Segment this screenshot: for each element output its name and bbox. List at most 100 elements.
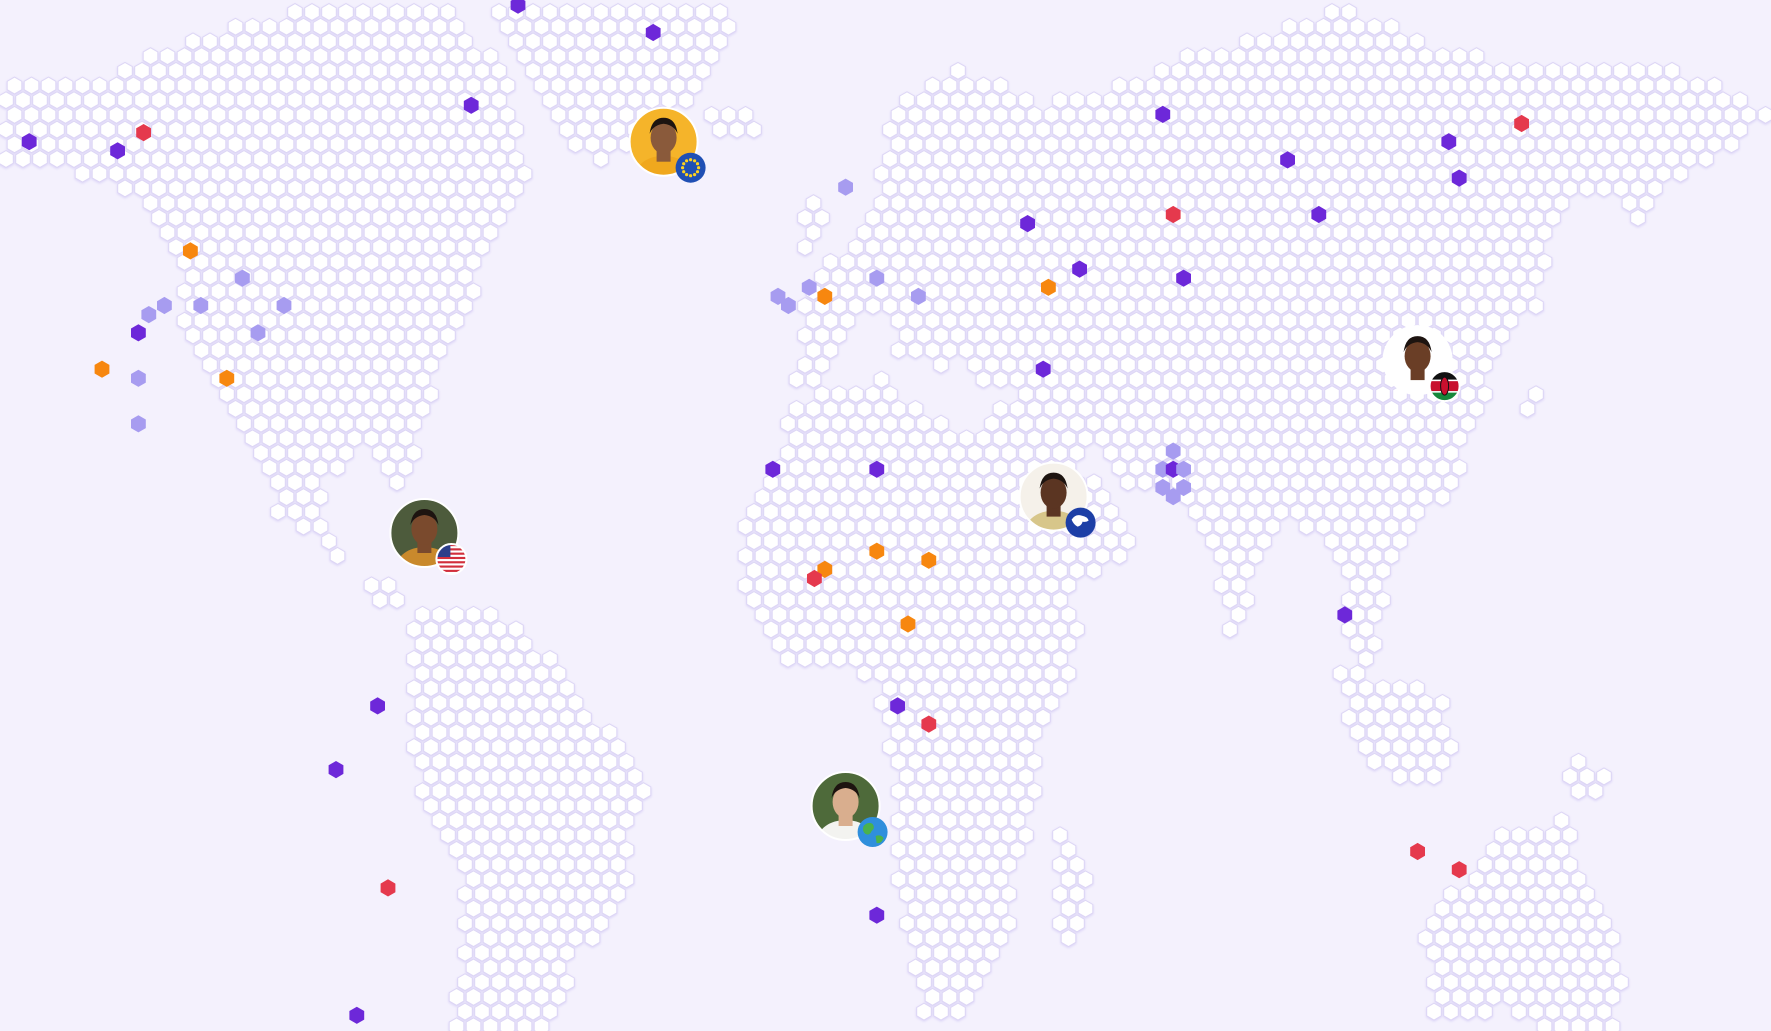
land-hex [1171, 355, 1187, 374]
land-hex [1417, 164, 1434, 183]
avatar-africa-person[interactable] [810, 771, 888, 860]
land-hex [848, 385, 864, 404]
land-hex [508, 796, 524, 815]
land-hex [975, 958, 992, 977]
marker-hex-purple[interactable] [328, 761, 344, 779]
land-hex [457, 267, 473, 286]
land-hex [1409, 473, 1425, 492]
land-hex [457, 973, 473, 992]
land-hex [372, 591, 388, 609]
marker-hex-purple[interactable] [131, 324, 146, 342]
land-hex [848, 649, 864, 668]
marker-hex-lavender[interactable] [141, 306, 157, 324]
land-hex [1052, 355, 1068, 374]
land-hex [1256, 120, 1272, 139]
land-hex [1018, 91, 1034, 110]
marker-hex-red[interactable] [380, 879, 396, 897]
land-hex [1494, 943, 1510, 962]
land-hex [873, 252, 890, 271]
land-hex [1426, 61, 1442, 80]
land-hex [882, 738, 898, 756]
land-hex [1154, 414, 1170, 433]
land-hex [465, 135, 482, 154]
land-hex [975, 782, 992, 801]
marker-hex-purple[interactable] [869, 906, 885, 924]
land-hex [916, 973, 932, 992]
land-hex [1077, 105, 1094, 124]
land-hex [465, 223, 482, 242]
marker-hex-lavender[interactable] [838, 178, 853, 196]
land-hex [278, 341, 295, 360]
land-hex [1290, 61, 1306, 80]
land-hex [814, 532, 830, 551]
land-hex [1341, 238, 1357, 257]
land-hex [346, 252, 363, 271]
land-hex [958, 958, 975, 977]
land-hex [414, 782, 431, 801]
marker-hex-orange[interactable] [94, 360, 110, 378]
land-hex [525, 855, 541, 874]
land-hex [1052, 826, 1068, 845]
land-hex [1290, 297, 1306, 315]
land-hex [916, 1002, 932, 1021]
land-hex [1375, 385, 1391, 404]
land-hex [1341, 679, 1357, 698]
land-hex [1434, 929, 1451, 948]
land-hex [278, 223, 295, 242]
avatar-eu-person[interactable] [628, 106, 706, 196]
land-hex [1502, 76, 1519, 95]
avatar-us-person[interactable] [389, 498, 468, 587]
land-hex [482, 635, 499, 654]
land-hex [57, 105, 74, 124]
land-hex [1400, 135, 1417, 154]
land-hex [406, 355, 422, 374]
land-hex [763, 561, 779, 580]
land-hex [1315, 252, 1332, 271]
land-hex [984, 326, 1000, 345]
marker-hex-purple[interactable] [1337, 606, 1353, 624]
land-hex [1494, 267, 1510, 286]
land-hex [1460, 943, 1476, 962]
land-hex [431, 135, 448, 154]
land-hex [312, 17, 329, 36]
land-hex [295, 311, 312, 330]
marker-hex-lavender[interactable] [157, 296, 172, 315]
land-hex [1740, 105, 1757, 124]
land-hex [984, 679, 1000, 698]
land-hex [559, 708, 575, 727]
marker-hex-purple[interactable] [370, 697, 385, 715]
land-hex [1460, 355, 1476, 374]
land-hex [91, 105, 108, 124]
land-hex [584, 17, 601, 36]
land-hex [992, 488, 1009, 507]
land-hex [406, 91, 422, 110]
land-hex [1205, 297, 1221, 315]
marker-hex-purple[interactable] [349, 1006, 365, 1024]
land-hex [1604, 958, 1621, 977]
land-hex [1222, 179, 1238, 198]
land-hex [66, 120, 82, 139]
land-hex [482, 105, 499, 124]
land-hex [1239, 561, 1255, 580]
marker-hex-lavender[interactable] [131, 369, 146, 387]
land-hex [1434, 399, 1451, 418]
land-hex [1188, 502, 1204, 521]
marker-hex-lavender[interactable] [131, 415, 146, 433]
land-hex [890, 399, 907, 418]
land-hex [1434, 987, 1451, 1006]
marker-hex-red[interactable] [1410, 842, 1425, 861]
land-hex [924, 664, 941, 683]
marker-hex-red[interactable] [1451, 861, 1467, 879]
land-hex [1171, 385, 1187, 404]
land-hex [1638, 194, 1655, 213]
land-hex [933, 620, 949, 639]
land-hex [831, 326, 847, 345]
land-hex [1026, 782, 1043, 801]
land-hex [1417, 752, 1434, 771]
land-hex [1596, 61, 1612, 80]
land-hex [1196, 282, 1213, 301]
land-hex [584, 929, 601, 948]
land-hex [1035, 326, 1051, 345]
land-hex [261, 282, 278, 301]
land-hex [440, 708, 456, 727]
